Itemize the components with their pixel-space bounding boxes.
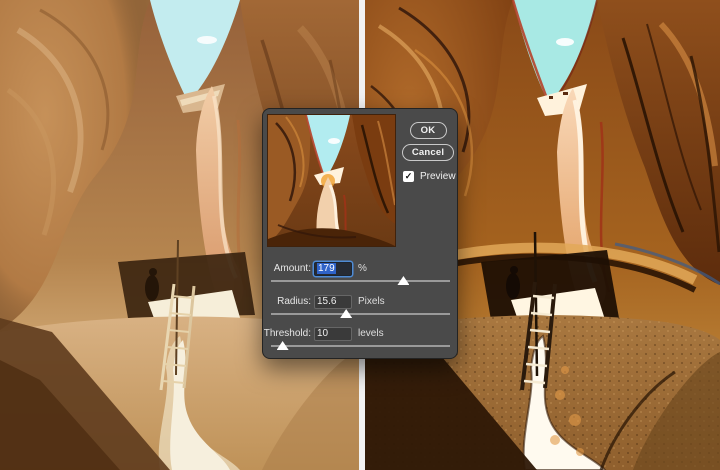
amount-slider-track [271,280,450,282]
threshold-input[interactable]: 10 [314,326,352,341]
preview-toggle-row: ✓ Preview [403,171,456,182]
amount-row: Amount: 179 % [263,261,457,276]
radius-slider[interactable] [271,309,450,319]
preview-label: Preview [420,171,456,182]
threshold-row: Threshold: 10 levels [263,326,457,341]
threshold-slider[interactable] [271,341,450,351]
dialog-preview-thumbnail[interactable] [267,114,396,247]
radius-label: Radius: [277,296,311,307]
amount-label: Amount: [273,263,311,274]
unsharp-mask-dialog: OK Cancel ✓ Preview Amount: 179 % Radius… [262,108,458,359]
cancel-button[interactable]: Cancel [401,144,455,161]
preview-thumbnail-art [268,115,395,246]
threshold-unit: levels [358,328,384,339]
dialog-controls-column: OK Cancel ✓ Preview [401,122,456,182]
amount-unit: % [358,263,367,274]
radius-row: Radius: 15.6 Pixels [263,294,457,309]
radius-slider-track [271,313,450,315]
ok-button[interactable]: OK [409,122,447,139]
radius-unit: Pixels [358,296,385,307]
threshold-slider-track [271,345,450,347]
radius-input[interactable]: 15.6 [314,294,352,309]
amount-slider[interactable] [271,276,450,286]
threshold-label: Threshold: [263,328,311,339]
preview-checkbox[interactable]: ✓ [403,171,414,182]
amount-input[interactable]: 179 [314,261,352,276]
canvas-stage: OK Cancel ✓ Preview Amount: 179 % Radius… [0,0,720,470]
